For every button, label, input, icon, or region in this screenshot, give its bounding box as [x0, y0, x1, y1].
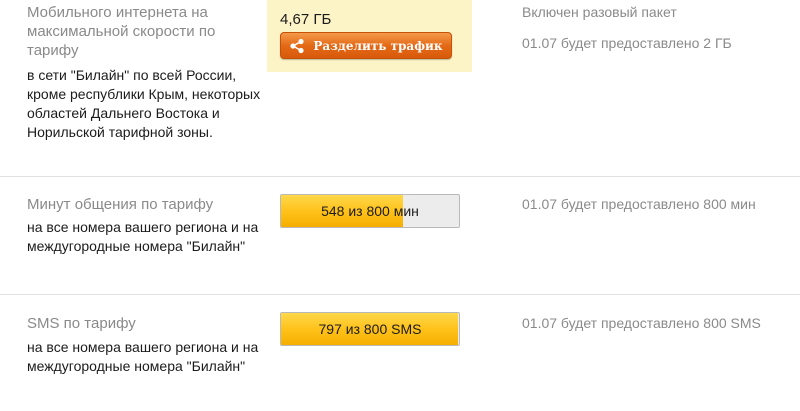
sms-progress-bar: 797 из 800 SMS: [280, 312, 460, 346]
internet-status-package: Включен разовый пакет: [522, 4, 677, 20]
minutes-status: 01.07 будет предоставлено 800 мин: [522, 196, 756, 212]
minutes-title: Минут общения по тарифу: [27, 196, 214, 213]
sms-title: SMS по тарифу: [27, 315, 136, 332]
sms-description: на все номера вашего региона и на междуг…: [27, 339, 259, 374]
sms-section: SMS по тарифу на все номера вашего регио…: [0, 295, 800, 411]
traffic-amount: 4,67 ГБ: [280, 11, 332, 28]
sms-progress-label: 797 из 800 SMS: [318, 321, 422, 337]
share-traffic-button[interactable]: Разделить трафик: [280, 32, 452, 59]
share-traffic-label: Разделить трафик: [313, 38, 443, 53]
internet-title: Мобильного интернета на максимальной ско…: [27, 4, 216, 59]
minutes-progress-label: 548 из 800 мин: [321, 203, 419, 219]
minutes-description: на все номера вашего региона и на междуг…: [27, 219, 259, 254]
minutes-section: Минут общения по тарифу на все номера ва…: [0, 177, 800, 294]
internet-description: в сети "Билайн" по всей России, кроме ре…: [27, 67, 261, 140]
share-icon: [290, 38, 304, 53]
traffic-highlight-box: 4,67 ГБ Разделить трафик: [267, 0, 472, 72]
internet-status-renewal: 01.07 будет предоставлено 2 ГБ: [522, 35, 732, 51]
internet-section: Мобильного интернета на максимальной ско…: [0, 0, 800, 176]
minutes-progress-bar: 548 из 800 мин: [280, 194, 460, 228]
sms-status: 01.07 будет предоставлено 800 SMS: [522, 315, 761, 331]
